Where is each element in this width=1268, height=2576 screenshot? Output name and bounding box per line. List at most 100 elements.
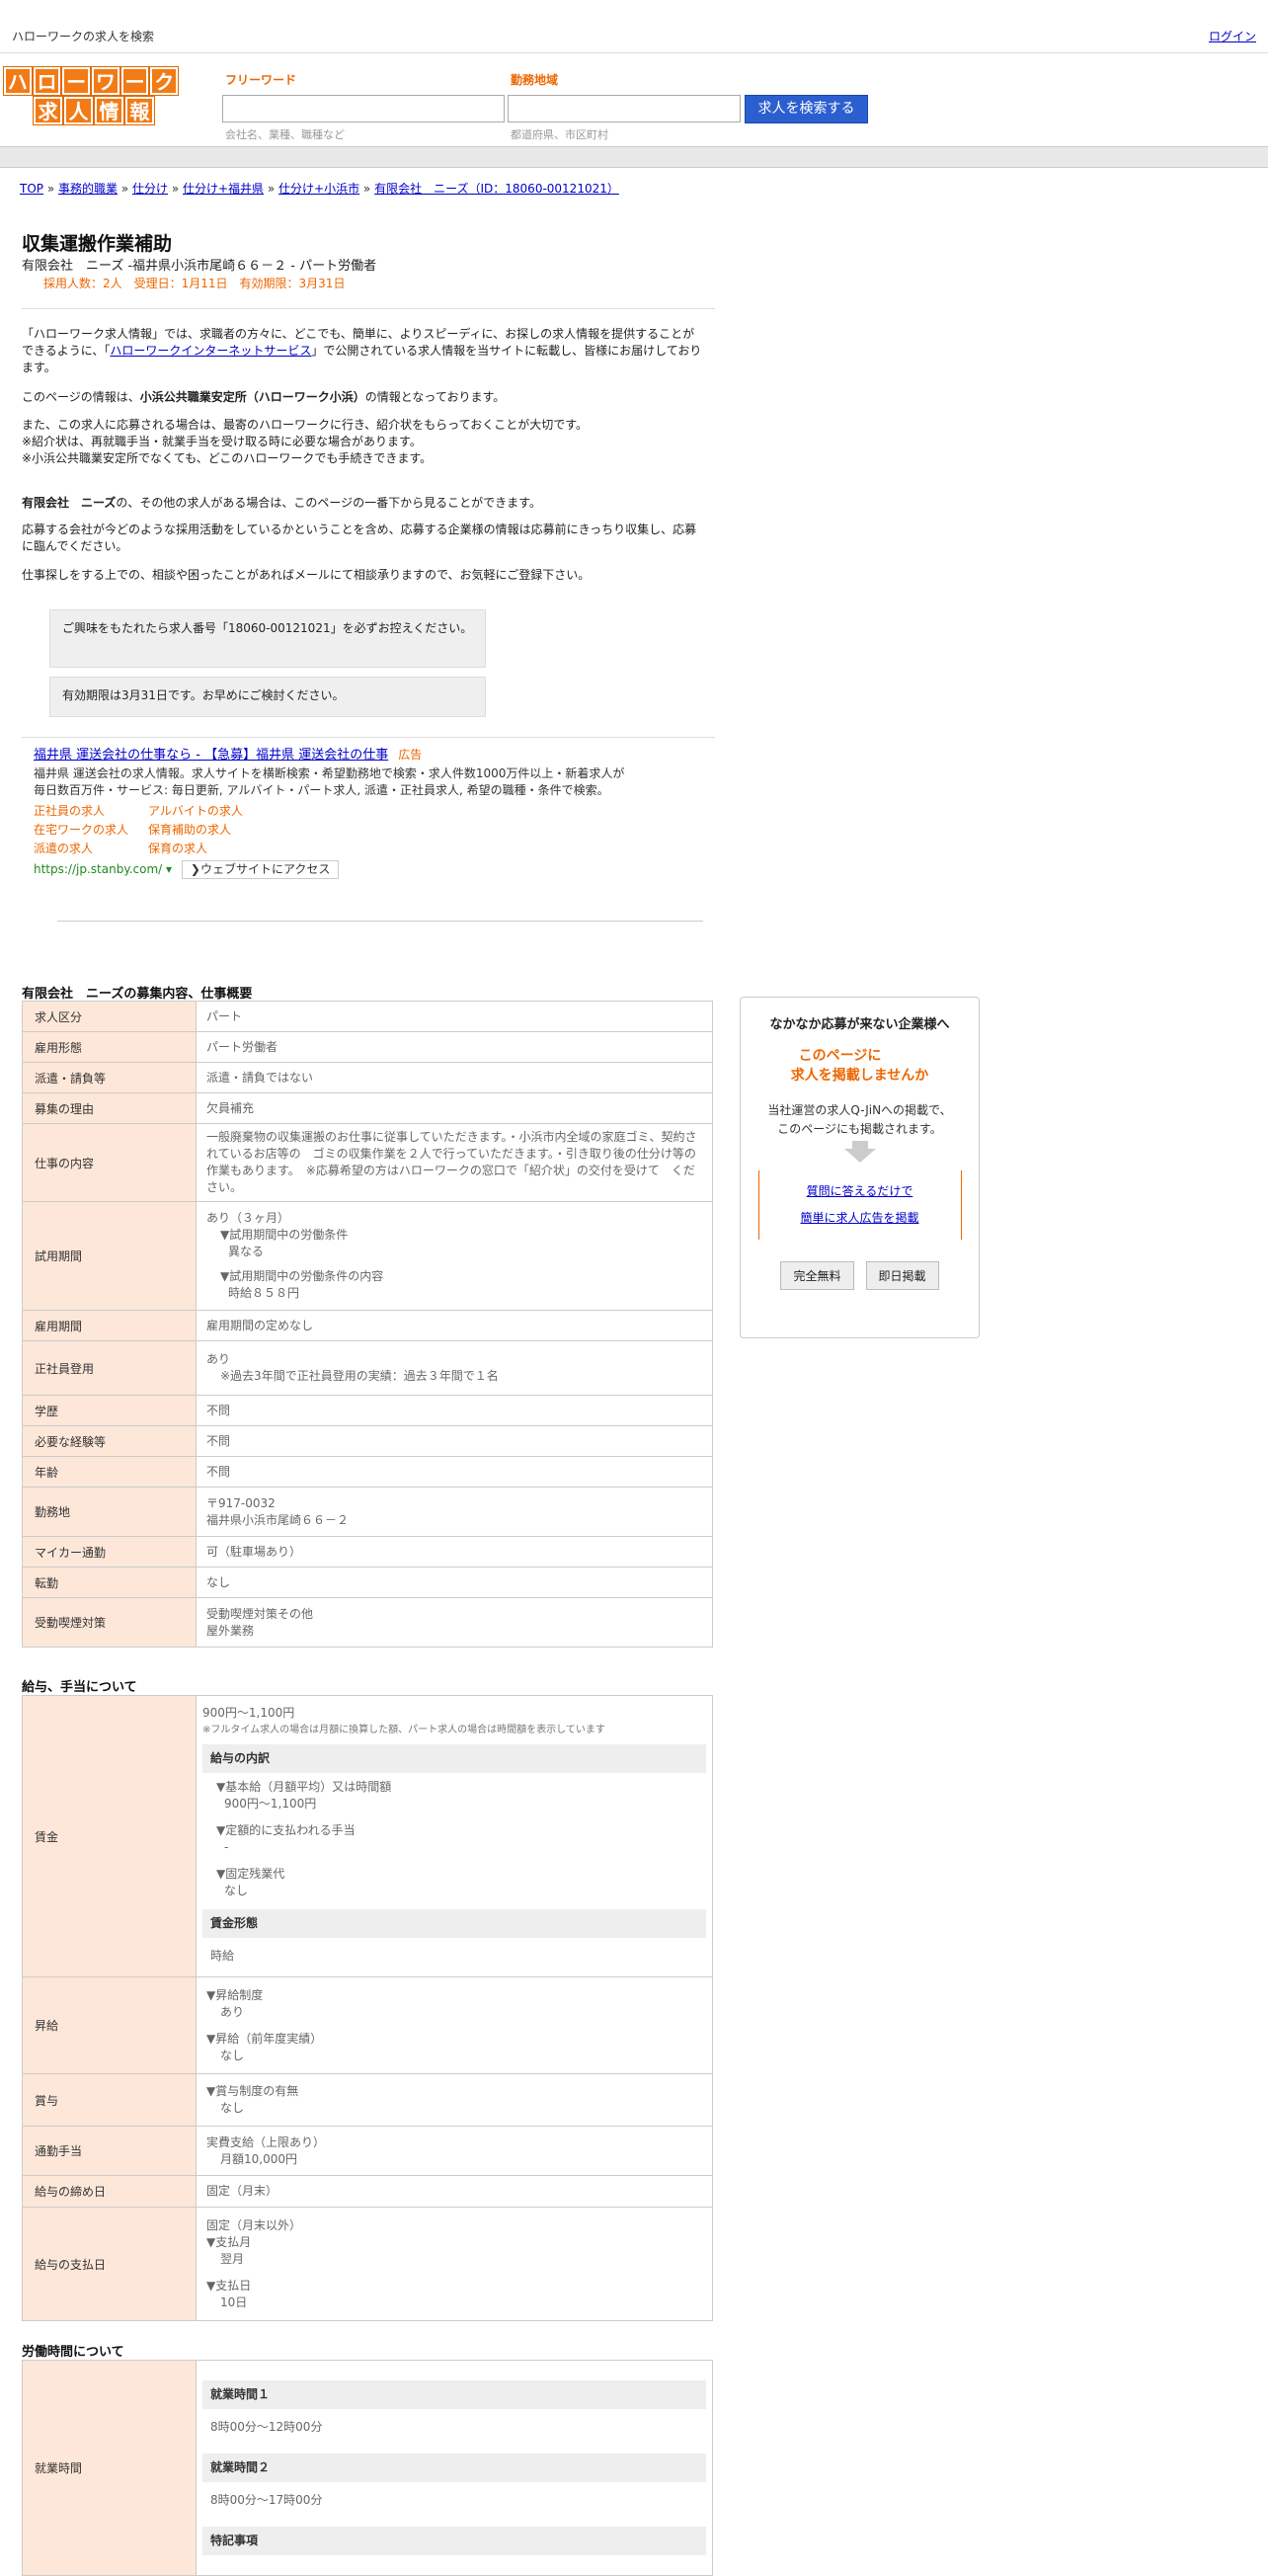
section-title-wages: 給与、手当について — [22, 1680, 137, 1695]
free-word-label: フリーワード — [225, 73, 297, 87]
hellowork-internet-link[interactable]: ハローワークインターネットサービス — [110, 344, 311, 358]
sidebox-link-answer[interactable]: 質問に答えるだけで — [807, 1184, 913, 1198]
value-line: ▼試用期間中の労働条件の内容 — [220, 1269, 384, 1283]
row-label: 賞与 — [22, 2073, 197, 2127]
ad-sitelinks: 正社員の求人 アルバイトの求人 在宅ワークの求人 保育補助の求人 派遣の求人 保… — [34, 803, 626, 857]
row-value: 不問 — [196, 1425, 713, 1457]
ad-block: 福井県 運送会社の仕事なら - 【急募】福井県 運送会社の仕事 広告 福井県 運送… — [34, 747, 626, 879]
sidebox-link-post[interactable]: 簡単に求人広告を掲載 — [800, 1211, 918, 1225]
value-line: ▼支払日 — [206, 2278, 252, 2293]
value-line: なし — [220, 2101, 245, 2115]
login-link[interactable]: ログイン — [1209, 28, 1256, 44]
ad-sitelink[interactable]: 正社員の求人 — [34, 803, 148, 820]
row-value: 固定（月末以外） ▼支払月 翌月 ▼支払日 10日 — [196, 2207, 713, 2321]
wage-range: 900円〜1,100円 — [202, 1705, 295, 1720]
table-row: 派遣・請負等 派遣・請負ではない — [22, 1062, 713, 1093]
top-bar: ハローワークの求人を検索 ログイン — [0, 0, 1268, 53]
ad-title-link[interactable]: 福井県 運送会社の仕事なら - 【急募】福井県 運送会社の仕事 — [34, 748, 388, 763]
logo-char: ー — [120, 67, 149, 95]
area-input[interactable] — [508, 95, 741, 122]
value-line: なし — [220, 2048, 245, 2062]
hours-value: 8時00分〜17時00分 — [210, 2493, 323, 2507]
hours-table: 就業時間 就業時間１ 8時00分〜12時00分 就業時間２ 8時00分〜17時0… — [22, 2360, 713, 2576]
ad-url-chevron-icon[interactable]: ▾ — [166, 862, 172, 876]
ad-sitelink[interactable]: 保育の求人 — [148, 841, 346, 857]
row-value: 一般廃棄物の収集運搬のお仕事に従事していただきます。・小浜市内全域の家庭ゴミ、契… — [196, 1123, 713, 1202]
ad-visit-button[interactable]: ❯ウェブサイトにアクセス — [181, 860, 340, 879]
same-day-button[interactable]: 即日掲載 — [865, 1261, 939, 1290]
breadcrumb-sep: » — [168, 182, 183, 196]
site-title: ハローワークの求人を検索 — [12, 30, 155, 43]
advice-paragraph: 応募する会社が今どのような採用活動をしているかということを含め、応募する企業様の… — [22, 523, 697, 553]
value-line: 受動喫煙対策その他 — [206, 1606, 314, 1621]
breadcrumb-job[interactable]: 仕分け — [132, 182, 168, 196]
value-line: あり — [206, 1352, 231, 1366]
sidebox-links: 質問に答えるだけで 簡単に求人広告を掲載 — [757, 1170, 962, 1240]
breadcrumb-top[interactable]: TOP — [20, 182, 43, 196]
breadcrumb-job-city[interactable]: 仕分け+小浜市 — [278, 182, 359, 196]
hours-heading: 就業時間１ — [202, 2380, 706, 2409]
row-label: 給与の締め日 — [22, 2175, 197, 2208]
table-row: 給与の支払日 固定（月末以外） ▼支払月 翌月 ▼支払日 10日 — [22, 2207, 713, 2321]
table-row: マイカー通勤 可（駐車場あり） — [22, 1536, 713, 1568]
area-label: 勤務地域 — [511, 73, 559, 87]
row-label: 受動喫煙対策 — [22, 1597, 197, 1648]
down-arrow-icon — [843, 1149, 876, 1163]
value-line: 福井県小浜市尾崎６６－２ — [206, 1512, 350, 1527]
free-button[interactable]: 完全無料 — [780, 1261, 854, 1290]
table-row: 求人区分 パート — [22, 1001, 713, 1032]
value-line: 翌月 — [220, 2251, 245, 2266]
row-label: 就業時間 — [22, 2360, 197, 2576]
row-label: マイカー通勤 — [22, 1536, 197, 1568]
ad-sitelink[interactable]: アルバイトの求人 — [148, 803, 346, 820]
divider — [22, 308, 715, 309]
breadcrumb-job-pref[interactable]: 仕分け+福井県 — [183, 182, 264, 196]
row-label: 雇用形態 — [22, 1031, 197, 1063]
intro-paragraph: 「ハローワーク求人情報」では、求職者の方々に、どこでも、簡単に、よりスピーディに… — [22, 326, 703, 376]
sidebox-heading: なかなか応募が来ない企業様へ — [769, 1017, 950, 1032]
free-word-input[interactable] — [222, 95, 505, 122]
table-row: 募集の理由 欠員補充 — [22, 1092, 713, 1124]
row-value: 派遣・請負ではない — [196, 1062, 713, 1093]
value-line: ▼固定残業代 — [216, 1866, 285, 1881]
sidebox-offer-line: 求人を掲載しませんか — [790, 1068, 929, 1084]
value-line: 時給８５８円 — [228, 1286, 300, 1300]
ad-sitelink[interactable]: 派遣の求人 — [34, 841, 148, 857]
row-value: ▼賞与制度の有無 なし — [196, 2073, 713, 2127]
ad-sitelink[interactable]: 保育補助の求人 — [148, 822, 346, 839]
value-line: ▼昇給制度 — [206, 1987, 264, 2002]
table-row: 必要な経験等 不問 — [22, 1425, 713, 1457]
hellowork-logo[interactable]: ハ ロ ー ワ ー ク 求 人 情 報 — [4, 67, 179, 124]
free-word-placeholder: 会社名、業種、職種など — [225, 128, 345, 141]
consult-paragraph: 仕事探しをする上での、相談や困ったことがあればメールにて相談承りますので、お気軽… — [22, 568, 591, 582]
breadcrumb-sep: » — [43, 182, 58, 196]
breadcrumb-category[interactable]: 事務的職業 — [58, 182, 118, 196]
value-line: ▼基本給（月額平均）又は時間額 — [216, 1779, 392, 1794]
row-value: 不問 — [196, 1456, 713, 1488]
row-value: 実費支給（上限あり） 月額10,000円 — [196, 2126, 713, 2176]
value-line: ▼支払月 — [206, 2234, 252, 2249]
row-value: 受動喫煙対策その他 屋外業務 — [196, 1597, 713, 1648]
job-subtitle: 有限会社 ニーズ -福井県小浜市尾崎６６－２ - パート労働者 — [22, 259, 377, 274]
wage-note: ※フルタイム求人の場合は月額に換算した額、パート求人の場合は時間額を表示していま… — [202, 1724, 605, 1735]
table-row: 受動喫煙対策 受動喫煙対策その他 屋外業務 — [22, 1597, 713, 1648]
divider-bar — [0, 146, 1268, 168]
row-label: 通勤手当 — [22, 2126, 197, 2176]
sidebox-offer-line: このページに — [798, 1048, 882, 1064]
row-value: 雇用期間の定めなし — [196, 1310, 713, 1341]
table-row: 正社員登用 あり ※過去3年間で正社員登用の実績：過去３年間で１名 — [22, 1340, 713, 1396]
ad-sitelink[interactable]: 在宅ワークの求人 — [34, 822, 148, 839]
row-label: 昇給 — [22, 1976, 197, 2074]
table-row: 賃金 900円〜1,100円 ※フルタイム求人の場合は月額に換算した額、パート求… — [22, 1695, 713, 1977]
ad-url[interactable]: https://jp.stanby.com/ — [34, 862, 162, 876]
breadcrumb-company[interactable]: 有限会社 ニーズ（ID：18060-00121021） — [374, 182, 619, 196]
row-value: 可（駐車場あり） — [196, 1536, 713, 1568]
wages-table: 賃金 900円〜1,100円 ※フルタイム求人の場合は月額に換算した額、パート求… — [22, 1695, 713, 2321]
value-line: 10日 — [220, 2294, 248, 2309]
table-row: 学歴 不問 — [22, 1395, 713, 1426]
hours-heading: 就業時間２ — [202, 2454, 706, 2482]
value-line: 固定（月末以外） — [206, 2217, 302, 2232]
sidebox-text-line: 当社運営の求人Q-JiNへの掲載で、 — [767, 1103, 952, 1117]
search-button[interactable]: 求人を検索する — [745, 95, 868, 123]
breadcrumb: TOP » 事務的職業 » 仕分け » 仕分け+福井県 » 仕分け+小浜市 » … — [20, 180, 619, 197]
